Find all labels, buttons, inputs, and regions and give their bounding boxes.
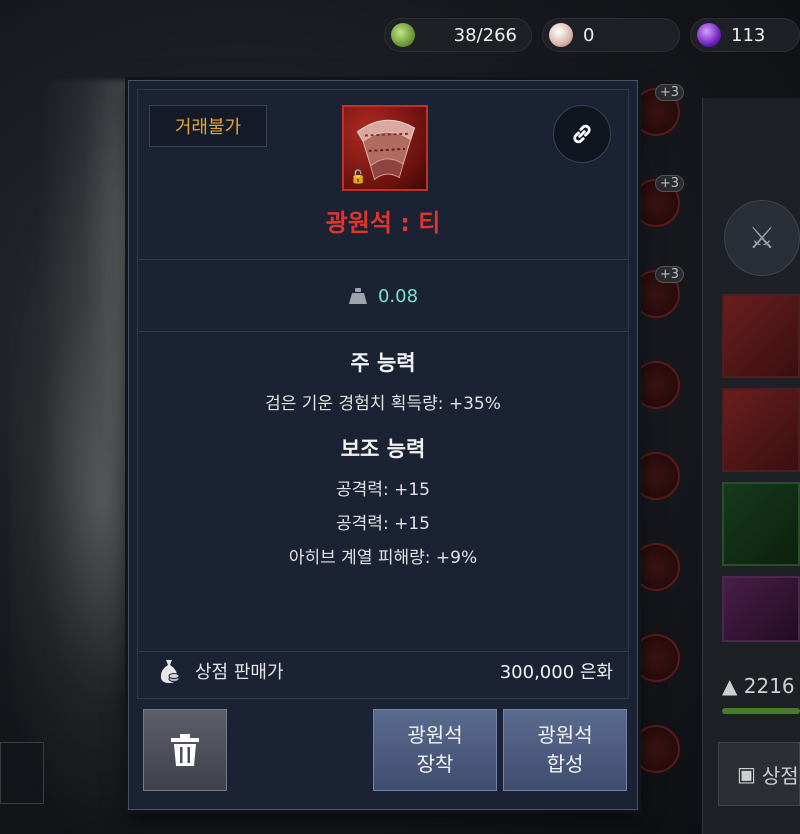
equipment-slot[interactable] xyxy=(632,361,680,409)
shop-price-value: 300,000 은화 xyxy=(499,662,613,683)
currency-pearl[interactable]: 0 xyxy=(542,18,680,52)
combine-ore-button-label: 합성 xyxy=(546,752,584,776)
shop-button[interactable]: ▣ 상점 xyxy=(718,742,800,806)
equipment-slot[interactable] xyxy=(632,452,680,500)
inventory-item-slot[interactable] xyxy=(722,294,800,378)
shop-button-label: 상점 xyxy=(761,763,799,788)
equipment-slot[interactable] xyxy=(632,634,680,682)
divider xyxy=(137,331,629,332)
sub-ability-line: 공격력: +15 xyxy=(336,514,430,534)
sub-ability-line: 공격력: +15 xyxy=(336,480,430,500)
background-frame xyxy=(0,742,44,804)
green-stone-icon xyxy=(391,23,415,47)
equipment-slot[interactable] xyxy=(632,725,680,773)
equipment-slot[interactable]: +3 xyxy=(632,84,684,136)
item-weight: 0.08 xyxy=(129,281,637,311)
inventory-weight: ▲ 2216 xyxy=(722,674,795,698)
shop-price-row: 상점 판매가 300,000 은화 xyxy=(137,651,629,691)
shop-price-label: 상점 판매가 xyxy=(195,662,284,683)
currency-bar: 38/266 0 113 xyxy=(384,18,800,52)
main-ability-line: 검은 기운 경험치 획득량: +35% xyxy=(265,394,501,414)
inventory-weight-bar xyxy=(722,708,800,714)
item-name: 광원석 : 티 xyxy=(325,209,441,237)
item-weight-value: 0.08 xyxy=(377,285,419,307)
combine-ore-button[interactable]: 광원석 합성 xyxy=(503,709,627,791)
inventory-item-slot[interactable] xyxy=(722,576,800,642)
currency-green-stone[interactable]: 38/266 xyxy=(384,18,532,52)
delete-button[interactable] xyxy=(143,709,227,791)
weight-icon xyxy=(348,288,367,304)
trash-icon xyxy=(171,734,199,766)
currency-value: 0 xyxy=(583,24,595,46)
slot-enhance-badge: +3 xyxy=(654,266,684,283)
main-ability-title: 주 능력 xyxy=(350,351,416,375)
equip-ore-button[interactable]: 광원석 장착 xyxy=(373,709,497,791)
divider xyxy=(137,259,629,260)
weight-icon: ▲ xyxy=(722,674,738,698)
unlock-icon: 🔓 xyxy=(350,170,367,185)
currency-purple-orb[interactable]: 113 xyxy=(690,18,800,52)
combine-ore-button-label: 광원석 xyxy=(537,723,593,747)
trade-restriction-badge: 거래불가 xyxy=(149,105,267,147)
inventory-weight-value: 2216 xyxy=(743,674,795,698)
slot-enhance-badge: +3 xyxy=(654,175,684,192)
item-detail-popup: 거래불가 🔓 광원석 : 티 0.08 주 능력 검은 기운 경험치 획득량: … xyxy=(128,80,638,810)
inventory-item-slot[interactable] xyxy=(722,482,800,566)
slot-enhance-badge: +3 xyxy=(654,84,684,101)
purple-orb-icon xyxy=(697,23,721,47)
currency-value: 113 xyxy=(731,24,766,46)
sub-ability-title: 보조 능력 xyxy=(340,437,426,461)
pearl-icon xyxy=(549,23,573,47)
equipment-slot-column: +3 +3 +3 xyxy=(632,84,684,816)
link-button[interactable] xyxy=(553,105,611,163)
equipment-slot[interactable]: +3 xyxy=(632,266,684,318)
money-bag-icon xyxy=(160,660,180,683)
link-icon xyxy=(573,124,591,144)
box-icon: ▣ xyxy=(737,762,756,786)
inventory-item-slot[interactable] xyxy=(722,388,800,472)
ore-shard-icon: 🔓 xyxy=(342,105,428,191)
crossed-swords-icon[interactable]: ⚔ xyxy=(724,200,800,276)
sub-ability-line: 아히브 계열 피해량: +9% xyxy=(288,548,478,568)
currency-value: 38/266 xyxy=(453,24,517,46)
equipment-slot[interactable]: +3 xyxy=(632,175,684,227)
equip-ore-button-label: 장착 xyxy=(416,752,454,776)
equipment-slot[interactable] xyxy=(632,543,680,591)
equip-ore-button-label: 광원석 xyxy=(407,723,463,747)
